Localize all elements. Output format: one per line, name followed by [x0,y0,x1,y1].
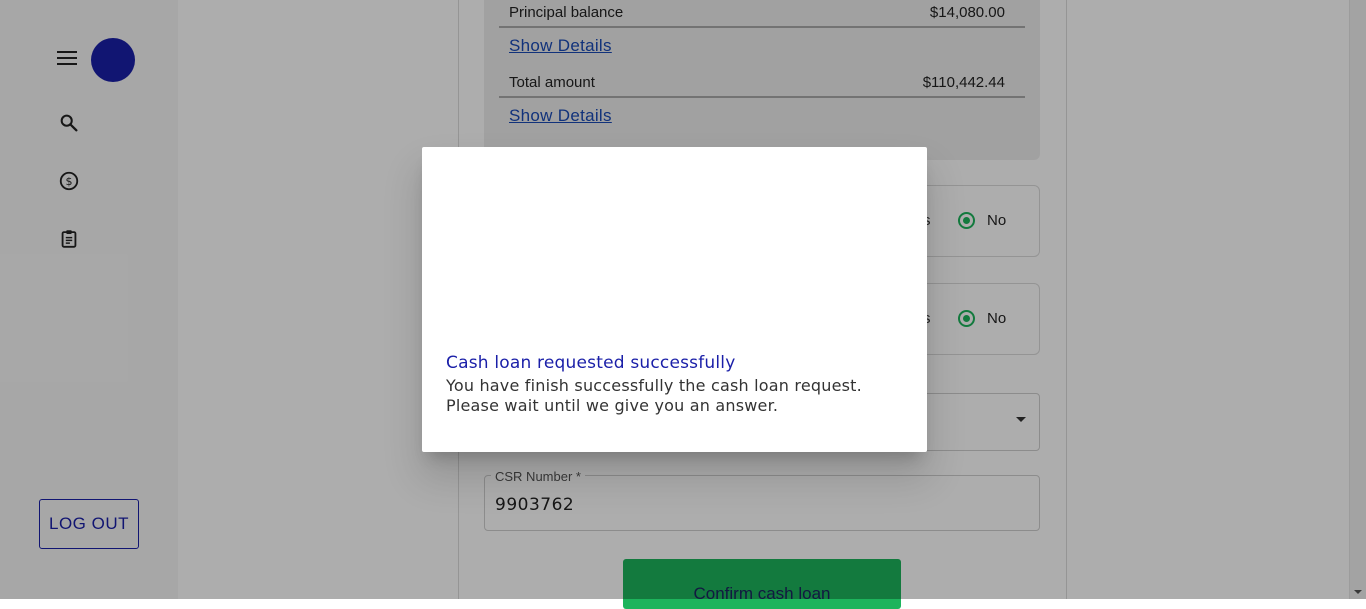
success-dialog: Cash loan requested successfully You hav… [422,147,927,452]
dialog-message: You have finish successfully the cash lo… [446,376,906,416]
dialog-message-line-1: You have finish successfully the cash lo… [446,376,862,395]
dialog-title: Cash loan requested successfully [446,353,736,373]
dialog-message-line-2: Please wait until we give you an answer. [446,396,779,415]
